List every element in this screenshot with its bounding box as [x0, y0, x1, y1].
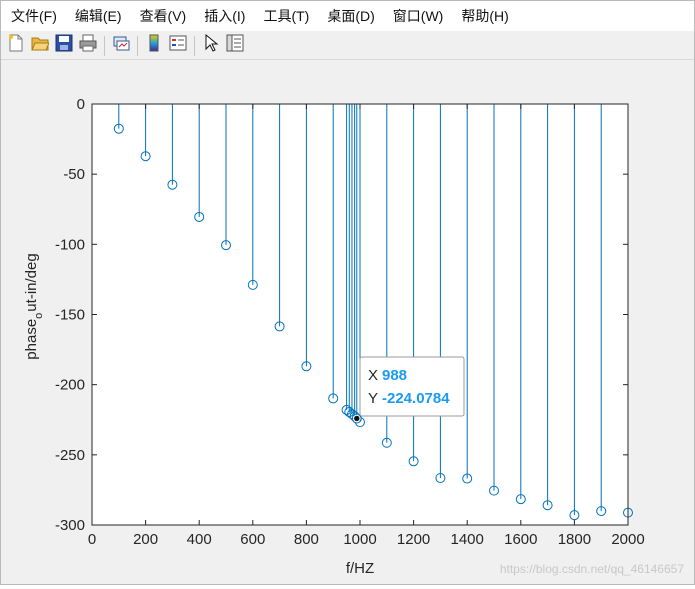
y-tick-label: 0	[77, 96, 85, 113]
menu-bar: 文件(F) 编辑(E) 查看(V) 插入(I) 工具(T) 桌面(D) 窗口(W) 帮助(H)	[1, 1, 694, 31]
insert-legend-button[interactable]	[166, 34, 190, 58]
menu-item-7[interactable]: 帮助(H)	[452, 6, 517, 26]
x-axis-label: f/HZ	[346, 560, 374, 577]
datatip-x-value: 988	[382, 367, 407, 384]
menu-item-6[interactable]: 窗口(W)	[384, 6, 453, 26]
new-file-icon	[7, 34, 25, 57]
datatip-y-value: -224.0784	[382, 390, 450, 407]
x-tick-label: 1600	[504, 531, 537, 548]
figure-toolbar	[1, 32, 694, 60]
y-axis-label-subscript: o	[33, 313, 45, 319]
watermark-text: https://blog.csdn.net/qq_46146657	[499, 562, 684, 576]
datatip-y-label: Y	[368, 390, 378, 407]
figure-window: 文件(F) 编辑(E) 查看(V) 插入(I) 工具(T) 桌面(D) 窗口(W) 帮助(H)…	[0, 0, 695, 585]
y-tick-label: -50	[63, 166, 85, 183]
toolbar-separator	[194, 35, 195, 56]
stem-plot[interactable]: 0 200 400 600 800 1000 1200 1400 1600 1800 2000 0 -5…	[1, 61, 694, 584]
y-tick-label: -150	[55, 307, 85, 324]
x-tick-label: 2000	[611, 531, 644, 548]
y-axis-label: phaseo ut-in/deg	[23, 253, 45, 359]
menu-item-4[interactable]: 工具(T)	[254, 6, 318, 26]
edit-plot-pointer-button[interactable]	[199, 33, 223, 58]
datatip-x-label: X	[368, 367, 378, 384]
x-tick-label: 1800	[558, 531, 591, 548]
y-axis-label-part: phase	[23, 319, 40, 360]
print-icon	[79, 34, 97, 57]
menu-item-0[interactable]: 文件(F)	[1, 6, 66, 26]
datatip-marker[interactable]	[353, 414, 361, 423]
y-tick-label: -100	[55, 236, 85, 253]
save-button[interactable]	[52, 34, 76, 58]
x-tick-label: 1200	[397, 531, 430, 548]
x-tick-label: 1400	[451, 531, 484, 548]
link-plot-button[interactable]	[109, 34, 133, 58]
x-tick-label: 800	[294, 531, 319, 548]
property-inspector-icon	[226, 34, 244, 57]
y-axis-label-part: ut-in/deg	[23, 253, 40, 311]
x-tick-label: 400	[187, 531, 212, 548]
menu-item-3[interactable]: 插入(I)	[195, 6, 254, 26]
new-file-button[interactable]	[4, 34, 28, 58]
x-tick-label: 1000	[343, 531, 376, 548]
link-plot-icon	[112, 34, 130, 57]
print-button[interactable]	[76, 34, 100, 58]
x-tick-label: 600	[240, 531, 265, 548]
insert-colorbar-icon	[145, 34, 163, 57]
open-folder-button[interactable]	[28, 34, 52, 58]
toolbar-separator	[137, 35, 138, 56]
menu-item-2[interactable]: 查看(V)	[131, 6, 196, 26]
save-icon	[55, 34, 73, 57]
x-tick-label: 200	[133, 531, 158, 548]
insert-legend-icon	[169, 34, 187, 57]
datatip-box[interactable]	[359, 356, 465, 417]
y-tick-label: -250	[55, 447, 85, 464]
y-tick-label: -200	[55, 377, 85, 394]
open-folder-icon	[31, 34, 50, 57]
x-tick-label: 0	[88, 531, 96, 548]
edit-plot-pointer-icon	[202, 33, 220, 57]
menu-item-1[interactable]: 编辑(E)	[66, 6, 131, 26]
insert-colorbar-button[interactable]	[142, 34, 166, 58]
property-inspector-button[interactable]	[223, 34, 247, 58]
menu-item-5[interactable]: 桌面(D)	[318, 6, 383, 26]
figure-area: 0 200 400 600 800 1000 1200 1400 1600 1800 2000 0 -5…	[1, 61, 694, 584]
y-tick-label: -300	[55, 517, 85, 534]
toolbar-separator	[104, 35, 105, 56]
